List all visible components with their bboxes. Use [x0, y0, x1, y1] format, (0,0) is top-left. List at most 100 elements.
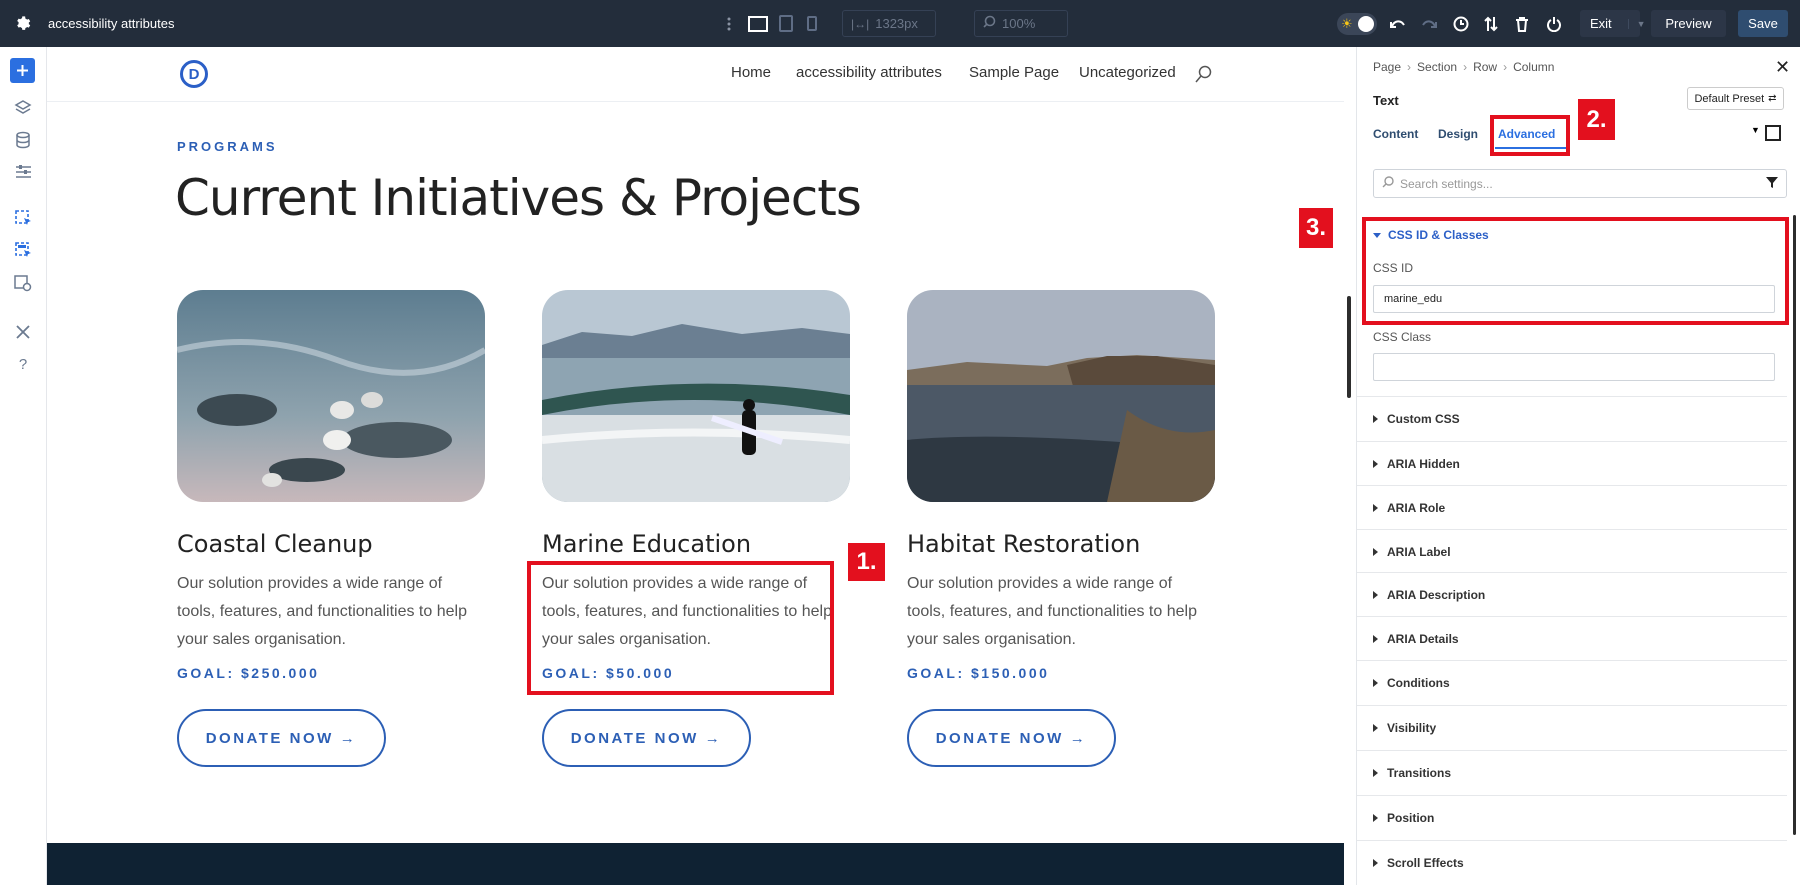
history-clock-icon[interactable] — [1453, 0, 1469, 47]
triangle-right-icon — [1373, 548, 1378, 556]
preset-settings-icon: ⇄ — [1768, 93, 1777, 104]
section-visibility[interactable]: Visibility — [1357, 705, 1787, 750]
card-description: Our solution provides a wide range of to… — [907, 575, 1197, 648]
search-settings-input[interactable]: Search settings... — [1373, 169, 1787, 198]
builder-top-bar: accessibility attributes |↔| 1323px 100%… — [0, 0, 1800, 47]
tab-design[interactable]: Design — [1438, 127, 1478, 141]
page-settings-icon[interactable] — [12, 272, 34, 294]
redo-icon[interactable] — [1421, 0, 1437, 47]
section-aria-role[interactable]: ARIA Role — [1357, 485, 1787, 530]
section-aria-description[interactable]: ARIA Description — [1357, 572, 1787, 617]
arrow-right-icon: → — [704, 729, 723, 747]
phone-view-icon[interactable] — [807, 0, 817, 47]
canvas-width-value: 1323px — [875, 16, 918, 31]
triangle-right-icon — [1373, 460, 1378, 468]
save-button[interactable]: Save — [1738, 10, 1788, 37]
donate-now-button[interactable]: DONATE NOW → — [907, 709, 1116, 767]
canvas-scroll-indicator[interactable] — [1347, 296, 1351, 398]
section-scroll-effects[interactable]: Scroll Effects — [1357, 840, 1787, 885]
breadcrumb-page[interactable]: Page — [1373, 60, 1401, 74]
view-dropdown-chevron-icon[interactable]: ▼ — [1751, 125, 1760, 135]
preset-dropdown[interactable]: Default Preset ⇄ — [1687, 87, 1784, 110]
section-headline: Current Initiatives & Projects — [175, 169, 862, 227]
search-placeholder: Search settings... — [1400, 176, 1493, 191]
nav-uncategorized[interactable]: Uncategorized — [1079, 64, 1176, 81]
light-mode-toggle[interactable]: ☀ — [1337, 0, 1377, 47]
breadcrumb: Page › Section › Row › Column — [1373, 60, 1555, 74]
annotation-label-1: 1. — [848, 543, 885, 581]
section-label: Visibility — [1387, 721, 1437, 735]
section-label: ARIA Details — [1387, 632, 1459, 646]
marine-education-image — [542, 290, 850, 502]
undo-icon[interactable] — [1390, 0, 1406, 47]
panel-scrollbar[interactable] — [1793, 215, 1796, 835]
coastal-cleanup-image — [177, 290, 485, 502]
section-eyebrow: PROGRAMS — [177, 139, 278, 154]
triangle-right-icon — [1373, 679, 1378, 687]
help-question-icon[interactable]: ? — [12, 353, 34, 375]
template-select-icon[interactable] — [12, 239, 34, 261]
section-aria-details[interactable]: ARIA Details — [1357, 616, 1787, 661]
close-icon[interactable]: ✕ — [1775, 58, 1790, 76]
section-label: ARIA Role — [1387, 501, 1446, 515]
card-title: Marine Education — [542, 530, 752, 558]
section-label: Position — [1387, 811, 1435, 825]
annotation-label-2: 2. — [1578, 99, 1615, 140]
section-conditions[interactable]: Conditions — [1357, 660, 1787, 705]
layers-icon[interactable] — [12, 97, 34, 119]
breadcrumb-row[interactable]: Row — [1473, 60, 1497, 74]
css-class-label: CSS Class — [1373, 330, 1432, 344]
triangle-right-icon — [1373, 504, 1378, 512]
zoom-field[interactable]: 100% — [974, 10, 1068, 37]
section-aria-hidden[interactable]: ARIA Hidden — [1357, 441, 1787, 486]
add-module-plus-icon[interactable] — [10, 58, 35, 83]
donate-now-button[interactable]: DONATE NOW → — [542, 709, 751, 767]
section-custom-css[interactable]: Custom CSS — [1357, 396, 1787, 441]
donate-now-button[interactable]: DONATE NOW → — [177, 709, 386, 767]
card-description: Our solution provides a wide range of to… — [177, 575, 467, 648]
view-box-icon[interactable] — [1765, 125, 1781, 141]
import-export-icon[interactable] — [1484, 0, 1498, 47]
search-icon — [1382, 176, 1394, 191]
drag-handle-icon[interactable] — [726, 0, 732, 47]
filter-icon[interactable] — [1766, 176, 1778, 191]
power-icon[interactable] — [1546, 0, 1562, 47]
css-class-input[interactable] — [1373, 353, 1775, 381]
section-label: ARIA Label — [1387, 545, 1451, 559]
canvas-width-field[interactable]: |↔| 1323px — [842, 10, 936, 37]
layout-sliders-icon[interactable] — [12, 161, 34, 183]
page-select-icon[interactable] — [12, 207, 34, 229]
page-title: accessibility attributes — [48, 16, 175, 31]
site-search-icon[interactable] — [1195, 65, 1213, 88]
breadcrumb-column[interactable]: Column — [1513, 60, 1554, 74]
triangle-right-icon — [1373, 635, 1378, 643]
nav-sample-page[interactable]: Sample Page — [969, 64, 1059, 81]
preset-label: Default Preset — [1694, 92, 1765, 105]
section-position[interactable]: Position — [1357, 795, 1787, 840]
section-transitions[interactable]: Transitions — [1357, 750, 1787, 795]
database-icon[interactable] — [12, 129, 34, 151]
triangle-right-icon — [1373, 814, 1378, 822]
tablet-view-icon[interactable] — [779, 0, 793, 47]
desktop-view-icon[interactable] — [748, 0, 768, 47]
donate-label: DONATE NOW — [935, 729, 1064, 747]
settings-gear-icon[interactable] — [14, 0, 31, 47]
project-card: Coastal Cleanup Our solution provides a … — [177, 290, 485, 767]
triangle-right-icon — [1373, 769, 1378, 777]
nav-home[interactable]: Home — [731, 64, 771, 81]
exit-label: Exit — [1590, 16, 1612, 31]
exit-button[interactable]: Exit ▼ — [1580, 10, 1646, 37]
donate-label: DONATE NOW — [205, 729, 334, 747]
preview-button[interactable]: Preview — [1651, 10, 1726, 37]
tab-content[interactable]: Content — [1373, 127, 1418, 141]
tools-icon[interactable] — [12, 321, 34, 343]
nav-accessibility-attributes[interactable]: accessibility attributes — [796, 64, 942, 81]
project-card: Marine Education Our solution provides a… — [542, 290, 850, 767]
breadcrumb-section[interactable]: Section — [1417, 60, 1457, 74]
trash-icon[interactable] — [1515, 0, 1529, 47]
annotation-box-1 — [527, 561, 834, 695]
habitat-restoration-image — [907, 290, 1215, 502]
site-logo[interactable]: D — [180, 60, 208, 88]
card-title: Habitat Restoration — [907, 530, 1141, 558]
section-aria-label[interactable]: ARIA Label — [1357, 529, 1787, 574]
